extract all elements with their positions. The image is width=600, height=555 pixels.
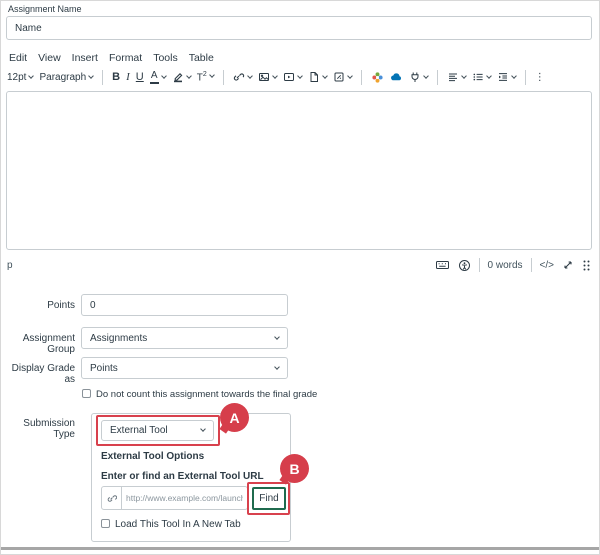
commons-button[interactable] xyxy=(390,71,403,83)
external-tool-url-heading: Enter or find an External Tool URL xyxy=(101,471,264,482)
chevron-down-icon xyxy=(272,73,278,79)
align-left-icon xyxy=(447,71,459,83)
editor-menubar: Edit View Insert Format Tools Table xyxy=(9,52,214,64)
link-icon xyxy=(233,71,245,83)
chevron-down-icon xyxy=(186,73,192,79)
menu-tools[interactable]: Tools xyxy=(153,52,178,64)
html-editor-button[interactable]: </> xyxy=(540,260,554,271)
toolbar-divider xyxy=(223,70,224,85)
highlight-box-b xyxy=(247,482,290,515)
chevron-down-icon xyxy=(29,73,35,79)
omit-final-grade-label: Do not count this assignment towards the… xyxy=(96,389,317,400)
block-format-dropdown[interactable]: Paragraph xyxy=(39,72,93,83)
image-icon xyxy=(258,71,270,83)
document-button[interactable] xyxy=(308,71,327,83)
chevron-down-icon xyxy=(161,73,167,79)
apps-button[interactable] xyxy=(371,71,384,84)
callout-marker-b: B xyxy=(280,454,309,483)
points-input[interactable] xyxy=(81,294,288,316)
statusbar-divider xyxy=(479,258,480,272)
chevron-down-icon xyxy=(88,73,94,79)
indent-button[interactable] xyxy=(497,71,516,83)
toolbar-divider xyxy=(361,70,362,85)
callout-marker-a: A xyxy=(220,403,249,432)
menu-view[interactable]: View xyxy=(38,52,61,64)
apps-flower-icon xyxy=(371,71,384,84)
font-size-dropdown[interactable]: 12pt xyxy=(7,72,33,83)
toolbar-divider xyxy=(525,70,526,85)
plug-icon xyxy=(409,71,421,83)
fullscreen-button[interactable] xyxy=(562,259,574,271)
media-icon xyxy=(283,71,295,83)
chevron-down-icon xyxy=(274,364,280,370)
chevron-down-icon xyxy=(209,73,215,79)
menu-table[interactable]: Table xyxy=(189,52,214,64)
external-tool-url-group xyxy=(101,486,248,510)
editor-statusbar: p 0 words </> xyxy=(7,253,591,277)
menu-format[interactable]: Format xyxy=(109,52,142,64)
statusbar-divider xyxy=(531,258,532,272)
chevron-down-icon xyxy=(461,73,467,79)
assignment-group-select[interactable]: Assignments xyxy=(81,327,288,349)
points-label: Points xyxy=(1,300,75,311)
toolbar-overflow-button[interactable]: ⋮ xyxy=(535,72,545,83)
chevron-down-icon xyxy=(274,334,280,340)
bold-button[interactable]: B xyxy=(112,71,120,83)
resize-drag-handle[interactable] xyxy=(582,259,591,272)
keyboard-shortcuts-button[interactable] xyxy=(435,259,450,271)
external-tool-url-input[interactable] xyxy=(122,493,247,503)
icon-maker-button[interactable] xyxy=(333,71,352,83)
cloud-icon xyxy=(390,71,403,83)
underline-button[interactable]: U xyxy=(136,71,144,83)
accessibility-checker-button[interactable] xyxy=(458,259,471,272)
lti-tools-button[interactable] xyxy=(409,71,428,83)
image-button[interactable] xyxy=(258,71,277,83)
word-count: 0 words xyxy=(488,260,523,271)
assignment-edit-page: Assignment Name Edit View Insert Format … xyxy=(0,0,600,555)
highlight-box-a xyxy=(96,415,220,446)
display-grade-as-select[interactable]: Points xyxy=(81,357,288,379)
italic-button[interactable]: I xyxy=(126,71,130,83)
page-bottom-edge xyxy=(1,547,599,550)
link-button[interactable] xyxy=(233,71,252,83)
assignment-name-input[interactable] xyxy=(6,16,592,40)
color-bar-icon xyxy=(150,82,159,84)
omit-final-grade-checkbox[interactable] xyxy=(82,389,91,398)
rich-text-editor-body[interactable] xyxy=(6,91,592,250)
assignment-name-label: Assignment Name xyxy=(8,4,82,14)
toolbar-divider xyxy=(437,70,438,85)
element-path: p xyxy=(7,260,13,271)
display-grade-as-label: Display Grade as xyxy=(1,363,75,385)
document-icon xyxy=(308,71,320,83)
chevron-down-icon xyxy=(423,73,429,79)
highlighter-icon xyxy=(172,71,184,83)
chevron-down-icon xyxy=(247,73,253,79)
text-color-button[interactable]: A xyxy=(150,71,166,84)
indent-icon xyxy=(497,71,509,83)
superscript-button[interactable]: T2 xyxy=(197,71,214,83)
highlighter-button[interactable] xyxy=(172,71,191,83)
media-button[interactable] xyxy=(283,71,302,83)
menu-insert[interactable]: Insert xyxy=(72,52,98,64)
load-new-tab-checkbox[interactable] xyxy=(101,519,110,528)
submission-type-label: Submission Type xyxy=(1,418,75,440)
chevron-down-icon xyxy=(322,73,328,79)
chevron-down-icon xyxy=(297,73,303,79)
list-button[interactable] xyxy=(472,71,491,83)
external-tool-options-heading: External Tool Options xyxy=(101,451,204,462)
load-new-tab-label: Load This Tool In A New Tab xyxy=(115,519,241,530)
chevron-down-icon xyxy=(347,73,353,79)
chevron-down-icon xyxy=(511,73,517,79)
assignment-group-label: Assignment Group xyxy=(1,333,75,355)
editor-toolbar: 12pt Paragraph B I U A T2 xyxy=(7,64,593,90)
align-button[interactable] xyxy=(447,71,466,83)
bullet-list-icon xyxy=(472,71,484,83)
chevron-down-icon xyxy=(486,73,492,79)
icon-maker-icon xyxy=(333,71,345,83)
menu-edit[interactable]: Edit xyxy=(9,52,27,64)
toolbar-divider xyxy=(102,70,103,85)
link-icon xyxy=(102,487,122,509)
